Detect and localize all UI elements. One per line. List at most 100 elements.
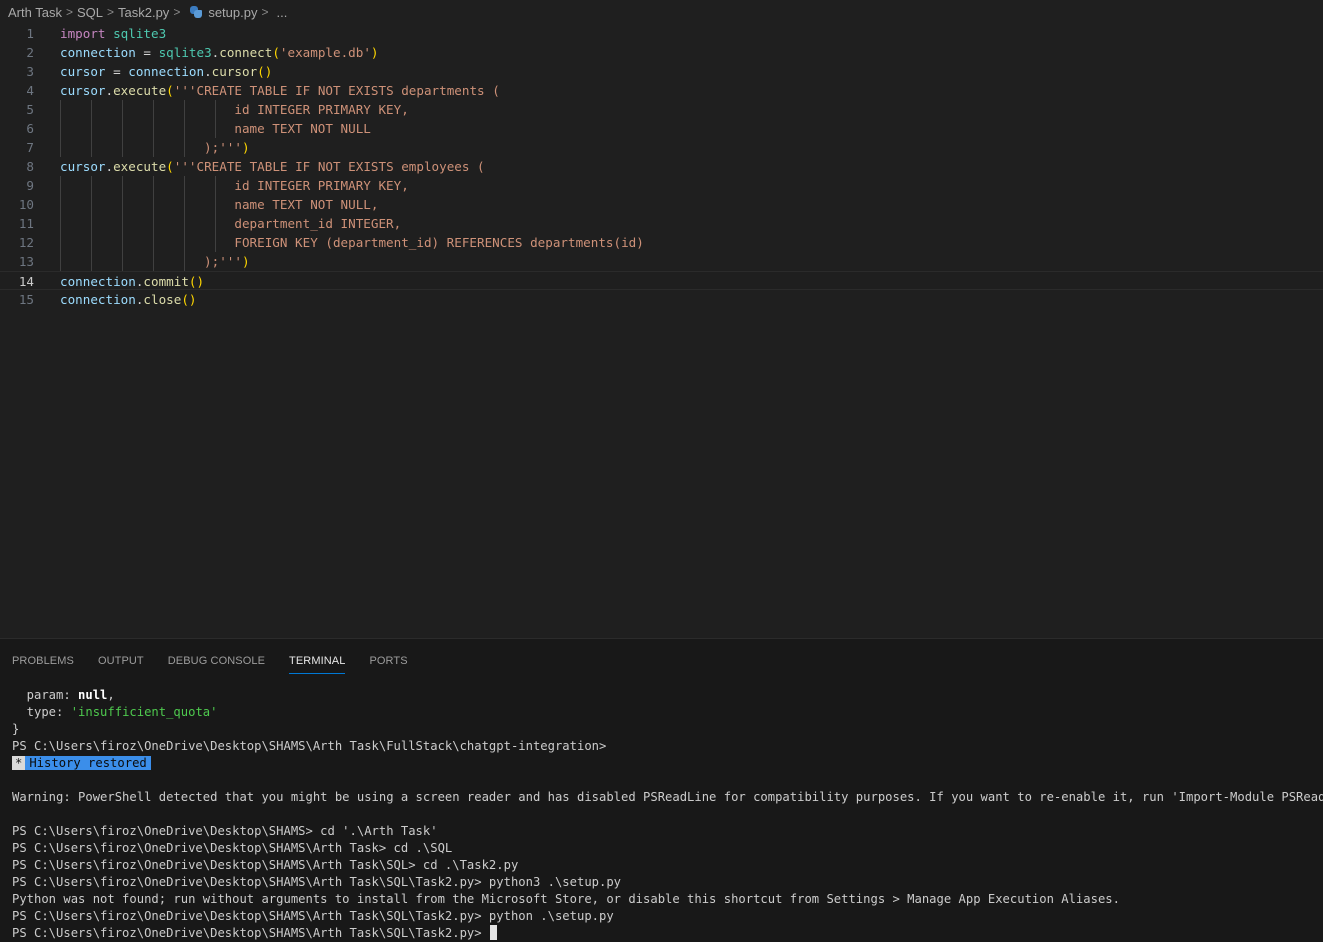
code-line[interactable]: 9 id INTEGER PRIMARY KEY, (0, 176, 1323, 195)
terminal-line: PS C:\Users\firoz\OneDrive\Desktop\SHAMS… (12, 909, 614, 923)
code-token: FOREIGN KEY (department_id) REFERENCES d… (60, 235, 644, 250)
tab-ports[interactable]: PORTS (369, 642, 407, 672)
code-line[interactable]: 15 connection.close() (0, 290, 1323, 309)
line-number: 14 (18, 274, 34, 289)
terminal-line: PS C:\Users\firoz\OneDrive\Desktop\SHAMS… (12, 875, 622, 889)
code-line[interactable]: 7 );''') (0, 138, 1323, 157)
code-token: commit (143, 274, 189, 289)
code-token: execute (113, 83, 167, 98)
breadcrumb-item-setup-py[interactable]: setup.py (208, 5, 257, 20)
code-token: () (188, 274, 205, 289)
terminal-line: PS C:\Users\firoz\OneDrive\Desktop\SHAMS… (12, 739, 607, 753)
code-text: connection.close() (60, 290, 197, 309)
code-line[interactable]: 10 name TEXT NOT NULL, (0, 195, 1323, 214)
terminal-prompt[interactable]: PS C:\Users\firoz\OneDrive\Desktop\SHAMS… (12, 925, 1317, 942)
terminal-line: } (12, 722, 20, 736)
code-line[interactable]: 2 connection = sqlite3.connect('example.d… (0, 43, 1323, 62)
terminal-line: PS C:\Users\firoz\OneDrive\Desktop\SHAMS… (12, 858, 519, 872)
code-token: cursor (60, 83, 106, 98)
terminal-line: PS C:\Users\firoz\OneDrive\Desktop\SHAMS… (12, 824, 438, 838)
code-token: cursor (60, 159, 106, 174)
chevron-right-icon: > (261, 5, 269, 19)
code-token: ) (241, 140, 250, 155)
panel-tabs: PROBLEMS OUTPUT DEBUG CONSOLE TERMINAL P… (0, 639, 1323, 675)
terminal-warning: Warning: PowerShell detected that you mi… (12, 790, 1323, 804)
breadcrumb: Arth Task > SQL > Task2.py > setup.py > … (0, 0, 1323, 24)
breadcrumb-item-arth-task[interactable]: Arth Task (8, 5, 62, 20)
terminal-cursor (489, 925, 497, 940)
code-token: '''CREATE TABLE IF NOT EXISTS employees … (173, 159, 485, 174)
code-line[interactable]: 6 name TEXT NOT NULL (0, 119, 1323, 138)
code-text: connection = sqlite3.connect('example.db… (60, 43, 379, 62)
line-number: 1 (26, 26, 34, 41)
code-token: department_id INTEGER, (60, 216, 402, 231)
code-token: connection (60, 274, 136, 289)
python-file-icon (190, 6, 203, 18)
code-text: name TEXT NOT NULL, (60, 195, 378, 214)
terminal[interactable]: param: null, type: 'insufficient_quota' … (12, 687, 1323, 942)
line-number: 9 (26, 178, 34, 193)
code-line[interactable]: 5 id INTEGER PRIMARY KEY, (0, 100, 1323, 119)
code-line[interactable]: 8 cursor.execute('''CREATE TABLE IF NOT E… (0, 157, 1323, 176)
code-token: connect (219, 45, 273, 60)
code-token: sqlite3 (113, 26, 167, 41)
code-token: . (105, 159, 114, 174)
history-restored-badge: * History restored (12, 755, 1317, 772)
terminal-line: type: 'insufficient_quota' (12, 705, 218, 719)
code-token: import (60, 26, 106, 41)
code-line[interactable]: 14 connection.commit() (0, 271, 1323, 290)
code-token: connection (128, 64, 205, 79)
line-number: 6 (26, 121, 34, 136)
code-text: );''') (60, 138, 250, 157)
code-token: ( (272, 45, 280, 60)
code-line[interactable]: 12 FOREIGN KEY (department_id) REFERENCE… (0, 233, 1323, 252)
code-editor[interactable]: 1 import sqlite3 2 connection = sqlite3.con… (0, 24, 1323, 638)
chevron-right-icon: > (106, 5, 114, 19)
tab-debug-console[interactable]: DEBUG CONSOLE (168, 642, 265, 672)
code-token: = (135, 45, 159, 60)
code-token: ( (166, 83, 174, 98)
code-token: cursor (60, 64, 106, 79)
line-number: 7 (26, 140, 34, 155)
code-line[interactable]: 3 cursor = connection.cursor() (0, 62, 1323, 81)
code-token: connection (60, 292, 136, 307)
code-token: name TEXT NOT NULL (60, 121, 371, 136)
code-line[interactable]: 13 );''') (0, 252, 1323, 271)
breadcrumb-item-task2[interactable]: Task2.py (118, 5, 169, 20)
code-token: id INTEGER PRIMARY KEY, (60, 102, 409, 117)
code-line[interactable]: 1 import sqlite3 (0, 24, 1323, 43)
bottom-panel: PROBLEMS OUTPUT DEBUG CONSOLE TERMINAL P… (0, 638, 1323, 942)
terminal-line: PS C:\Users\firoz\OneDrive\Desktop\SHAMS… (12, 841, 453, 855)
line-number: 8 (26, 159, 34, 174)
code-token: execute (113, 159, 167, 174)
code-token: . (204, 64, 212, 79)
tab-terminal[interactable]: TERMINAL (289, 642, 346, 674)
line-number: 5 (26, 102, 34, 117)
line-number: 12 (18, 235, 34, 250)
code-text: id INTEGER PRIMARY KEY, (60, 100, 409, 119)
code-text: cursor = connection.cursor() (60, 62, 272, 81)
chevron-right-icon: > (173, 5, 181, 19)
code-token: cursor (211, 64, 258, 79)
code-token: = (105, 64, 129, 79)
tab-problems[interactable]: PROBLEMS (12, 642, 74, 672)
code-token: name TEXT NOT NULL, (60, 197, 379, 212)
code-text: cursor.execute('''CREATE TABLE IF NOT EX… (60, 81, 500, 100)
code-token: . (105, 83, 114, 98)
code-text: department_id INTEGER, (60, 214, 401, 233)
code-token: () (181, 292, 197, 307)
code-token: sqlite3 (158, 45, 212, 60)
code-line[interactable]: 11 department_id INTEGER, (0, 214, 1323, 233)
code-line[interactable]: 4 cursor.execute('''CREATE TABLE IF NOT E… (0, 81, 1323, 100)
code-token: 'example.db' (279, 45, 371, 60)
code-text: FOREIGN KEY (department_id) REFERENCES d… (60, 233, 644, 252)
tab-output[interactable]: OUTPUT (98, 642, 144, 672)
breadcrumb-more[interactable]: ... (277, 5, 288, 20)
line-number: 15 (18, 292, 34, 307)
code-token: connection (60, 45, 136, 60)
breadcrumb-item-sql[interactable]: SQL (77, 5, 103, 20)
code-token: ( (166, 159, 174, 174)
terminal-line: param: null, (12, 688, 115, 702)
